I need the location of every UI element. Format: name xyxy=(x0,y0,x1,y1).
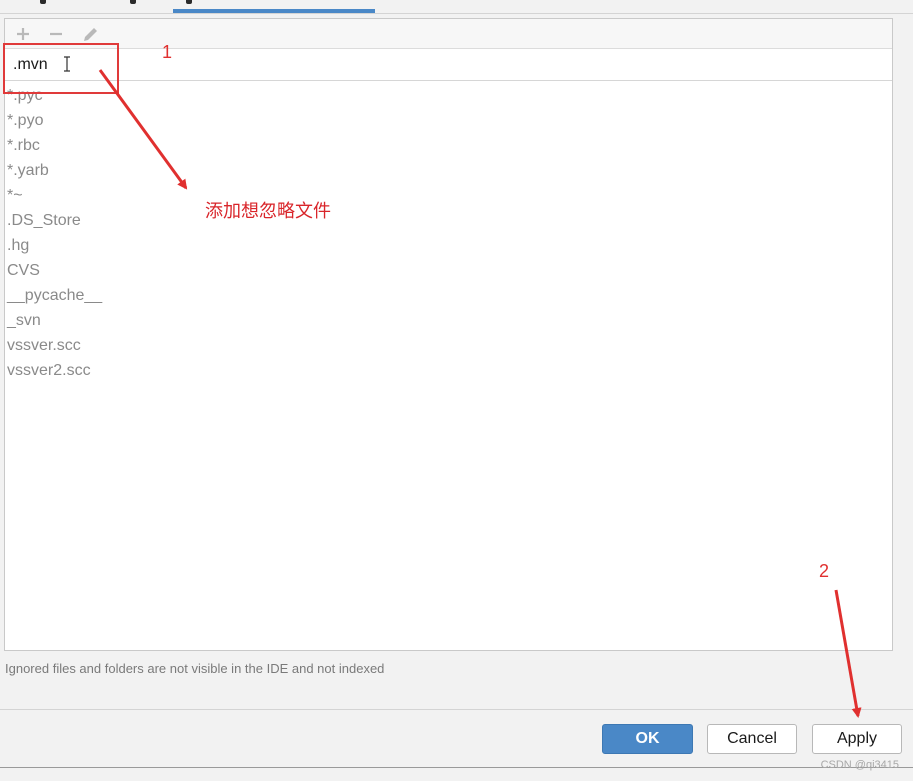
list-item[interactable]: CVS xyxy=(7,261,102,286)
minus-icon[interactable] xyxy=(45,24,67,44)
list-item[interactable]: vssver.scc xyxy=(7,336,102,361)
apply-button[interactable]: Apply xyxy=(812,724,902,754)
annotation-step-2: 2 xyxy=(819,561,830,581)
plus-icon[interactable] xyxy=(12,24,34,44)
ignored-files-list: *.pyc *.pyo *.rbc *.yarb *~ .DS_Store .hg CVS __… xyxy=(7,86,102,386)
ignored-files-panel: *.pyc*.pyo*.rbc*.yarb*~.DS_Store.hgCVS__… xyxy=(4,18,893,651)
list-item[interactable]: __pycache__ xyxy=(7,286,102,311)
cancel-button[interactable]: Cancel xyxy=(707,724,797,754)
list-item[interactable]: *~ xyxy=(7,186,102,211)
footer-divider xyxy=(0,709,913,710)
list-item[interactable]: .DS_Store xyxy=(7,211,102,236)
pattern-edit-row xyxy=(5,49,892,81)
list-item[interactable]: _svn xyxy=(7,311,102,336)
tab-stub xyxy=(130,0,136,4)
window-bottom-border xyxy=(0,767,913,768)
annotation-step-1: 1 xyxy=(162,42,173,62)
watermark: CSDN @qi3415 xyxy=(820,759,899,771)
list-item[interactable]: *.rbc xyxy=(7,136,102,161)
active-tab-indicator xyxy=(173,9,375,13)
list-toolbar xyxy=(5,19,892,49)
list-item[interactable]: *.yarb xyxy=(7,161,102,186)
annotation-note: 添加想忽略文件 xyxy=(205,201,331,222)
pattern-input[interactable] xyxy=(13,54,873,76)
tab-stub xyxy=(186,0,192,4)
list-item[interactable]: *.pyo xyxy=(7,111,102,136)
ok-button[interactable]: OK xyxy=(602,724,693,754)
list-item[interactable]: .hg xyxy=(7,236,102,261)
annotation-highlight-box xyxy=(3,43,119,94)
list-item[interactable]: vssver2.scc xyxy=(7,361,102,386)
tab-strip xyxy=(0,0,913,14)
pencil-icon[interactable] xyxy=(79,24,101,44)
hint-text: Ignored files and folders are not visibl… xyxy=(5,661,385,676)
tab-stub xyxy=(40,0,46,4)
